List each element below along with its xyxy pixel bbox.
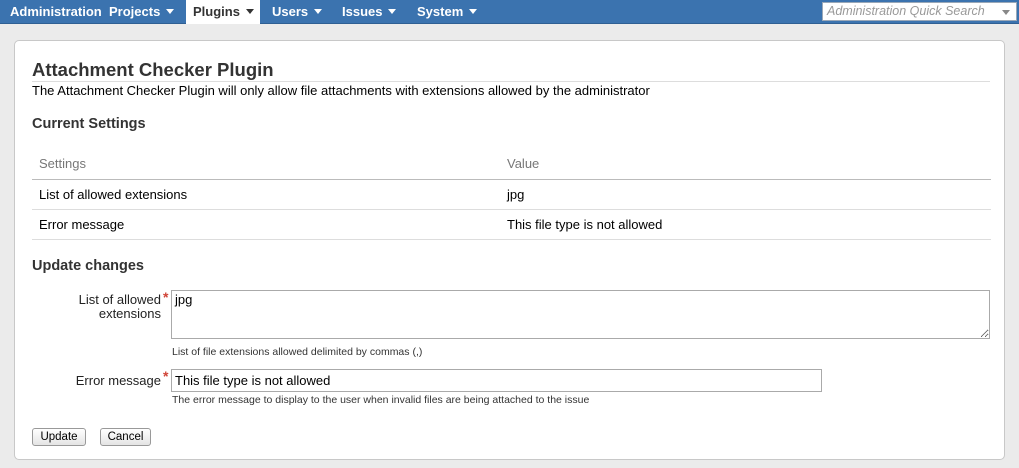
update-button[interactable]: Update	[32, 428, 86, 446]
required-marker: *	[163, 289, 169, 305]
title-divider	[32, 81, 990, 82]
setting-value: This file type is not allowed	[500, 209, 991, 240]
column-header-value: Value	[500, 148, 991, 180]
page-title: Attachment Checker Plugin	[32, 59, 274, 80]
nav-issues-menu[interactable]: Issues	[342, 0, 397, 24]
admin-quick-search[interactable]: Administration Quick Search	[822, 2, 1017, 21]
extensions-label-line1: List of allowed	[78, 292, 161, 307]
cancel-button[interactable]: Cancel	[100, 428, 151, 446]
table-header-row: Settings Value	[32, 148, 991, 180]
nav-users-label: Users	[272, 4, 309, 19]
nav-projects-menu[interactable]: Projects	[109, 0, 175, 24]
nav-plugins-label: Plugins	[193, 4, 240, 19]
quick-search-placeholder: Administration Quick Search	[827, 4, 985, 18]
required-marker: *	[163, 368, 169, 384]
nav-administration-label: Administration	[10, 4, 102, 19]
chevron-down-icon	[388, 9, 397, 14]
setting-name: List of allowed extensions	[32, 179, 500, 210]
update-changes-heading: Update changes	[32, 258, 144, 274]
nav-system-label: System	[417, 4, 464, 19]
setting-name: Error message	[32, 209, 500, 240]
allowed-extensions-textarea[interactable]: jpg	[171, 290, 990, 339]
nav-system-menu[interactable]: System	[417, 0, 478, 24]
nav-users-menu[interactable]: Users	[272, 0, 323, 24]
extensions-field-label: List of allowed extensions	[21, 293, 161, 321]
current-settings-table: Settings Value List of allowed extension…	[32, 148, 991, 240]
top-navigation-bar: Administration Projects Plugins Users Is…	[0, 0, 1019, 24]
chevron-down-icon	[245, 9, 254, 14]
chevron-down-icon	[166, 9, 175, 14]
chevron-down-icon[interactable]	[1002, 10, 1010, 15]
error-message-hint: The error message to display to the user…	[172, 394, 590, 406]
page-description: The Attachment Checker Plugin will only …	[32, 83, 650, 98]
table-row: Error message This file type is not allo…	[32, 209, 991, 240]
plugin-settings-panel: Attachment Checker Plugin The Attachment…	[14, 40, 1005, 460]
setting-value: jpg	[500, 179, 991, 210]
chevron-down-icon	[314, 9, 323, 14]
extensions-label-line2: extensions	[98, 306, 161, 321]
nav-projects-label: Projects	[109, 4, 161, 19]
nav-issues-label: Issues	[342, 4, 383, 19]
nav-administration[interactable]: Administration	[10, 0, 102, 24]
column-header-settings: Settings	[32, 148, 500, 180]
current-settings-heading: Current Settings	[32, 116, 146, 132]
extensions-hint: List of file extensions allowed delimite…	[172, 346, 423, 358]
table-row: List of allowed extensions jpg	[32, 179, 991, 210]
nav-plugins-menu[interactable]: Plugins	[186, 0, 260, 24]
error-message-label: Error message	[75, 373, 161, 388]
error-message-input[interactable]	[171, 369, 822, 392]
chevron-down-icon	[469, 9, 478, 14]
